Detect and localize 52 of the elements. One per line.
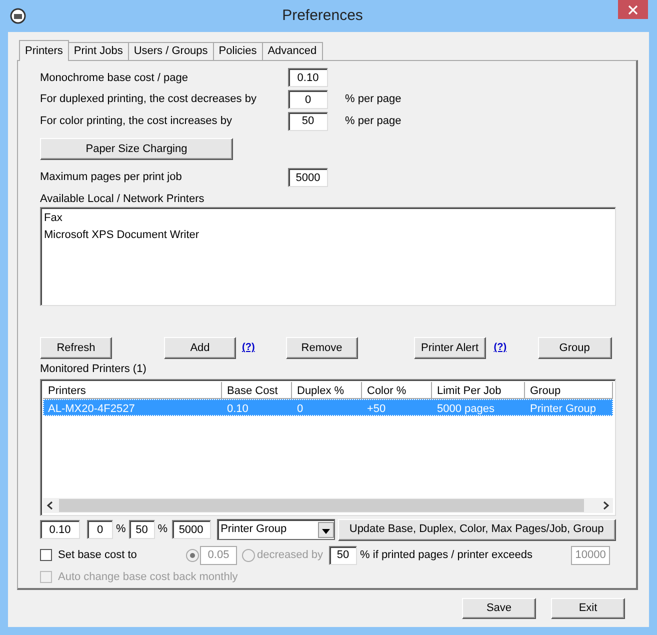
group-dropdown[interactable]: Printer Group: [216, 519, 335, 540]
radio-button[interactable]: [242, 548, 255, 562]
max-pages-field[interactable]: 5000: [172, 520, 211, 540]
action-button[interactable]: Remove: [286, 336, 358, 359]
update-button[interactable]: Update Base, Duplex, Color, Max Pages/Job, Group: [338, 518, 616, 541]
percent-field[interactable]: 50: [329, 546, 358, 565]
unit-label: %: [116, 522, 126, 538]
help-link[interactable]: (?): [242, 340, 255, 356]
unit-label: %: [158, 522, 168, 538]
section-label: Available Local / Network Printers: [40, 192, 206, 207]
checkbox-label: Auto change base cost back monthly: [58, 570, 238, 585]
column-header[interactable]: Limit Per Job: [432, 382, 525, 400]
close-icon: [628, 4, 638, 14]
cost-field[interactable]: 0: [288, 90, 328, 110]
setting-label: For color printing, the cost increases by: [40, 114, 233, 129]
window-title: Preferences: [281, 6, 364, 26]
scroll-thumb[interactable]: [59, 498, 584, 512]
column-header[interactable]: Printers: [43, 382, 222, 400]
list-item[interactable]: Fax: [44, 210, 612, 227]
dialog-button[interactable]: Exit: [551, 598, 625, 619]
action-button[interactable]: Group: [538, 336, 612, 359]
dialog-button[interactable]: Save: [462, 598, 536, 619]
tab[interactable]: Advanced: [262, 42, 323, 61]
setting-label: Maximum pages per print job: [40, 170, 183, 186]
setting-label: For duplexed printing, the cost decreases by: [40, 92, 258, 108]
close-button[interactable]: [618, 0, 648, 19]
tab[interactable]: Printers: [19, 40, 69, 61]
cost-field[interactable]: 50: [288, 112, 328, 131]
action-button[interactable]: Add: [164, 336, 236, 359]
column-header[interactable]: Group: [525, 382, 613, 400]
action-button[interactable]: Printer Alert: [414, 336, 486, 359]
checkbox-label: Set base cost to: [58, 548, 138, 564]
column-header[interactable]: Base Cost: [222, 382, 292, 400]
cost-field[interactable]: 0.10: [288, 68, 328, 88]
app-icon: [9, 7, 27, 25]
option-label: decreased by: [257, 548, 324, 564]
duplex-field[interactable]: 0: [87, 520, 113, 540]
condition-label: % if printed pages / printer exceeds: [360, 548, 534, 564]
max-pages-field[interactable]: 5000: [288, 168, 328, 188]
color-field[interactable]: 50: [128, 520, 155, 540]
help-link[interactable]: (?): [494, 340, 507, 356]
unit-label: % per page: [345, 114, 402, 129]
action-button[interactable]: Refresh: [40, 336, 112, 359]
column-header[interactable]: Duplex %: [292, 382, 362, 400]
paper-size-button[interactable]: Paper Size Charging: [40, 138, 233, 160]
setting-label: Monochrome base cost / page: [40, 70, 189, 86]
checkbox[interactable]: [40, 549, 52, 562]
list-item[interactable]: Microsoft XPS Document Writer: [44, 226, 612, 244]
unit-label: % per page: [345, 92, 402, 108]
section-label: Monitored Printers (1): [40, 362, 148, 377]
column-header[interactable]: Color %: [362, 382, 432, 400]
base-cost-field[interactable]: 0.10: [40, 520, 80, 540]
